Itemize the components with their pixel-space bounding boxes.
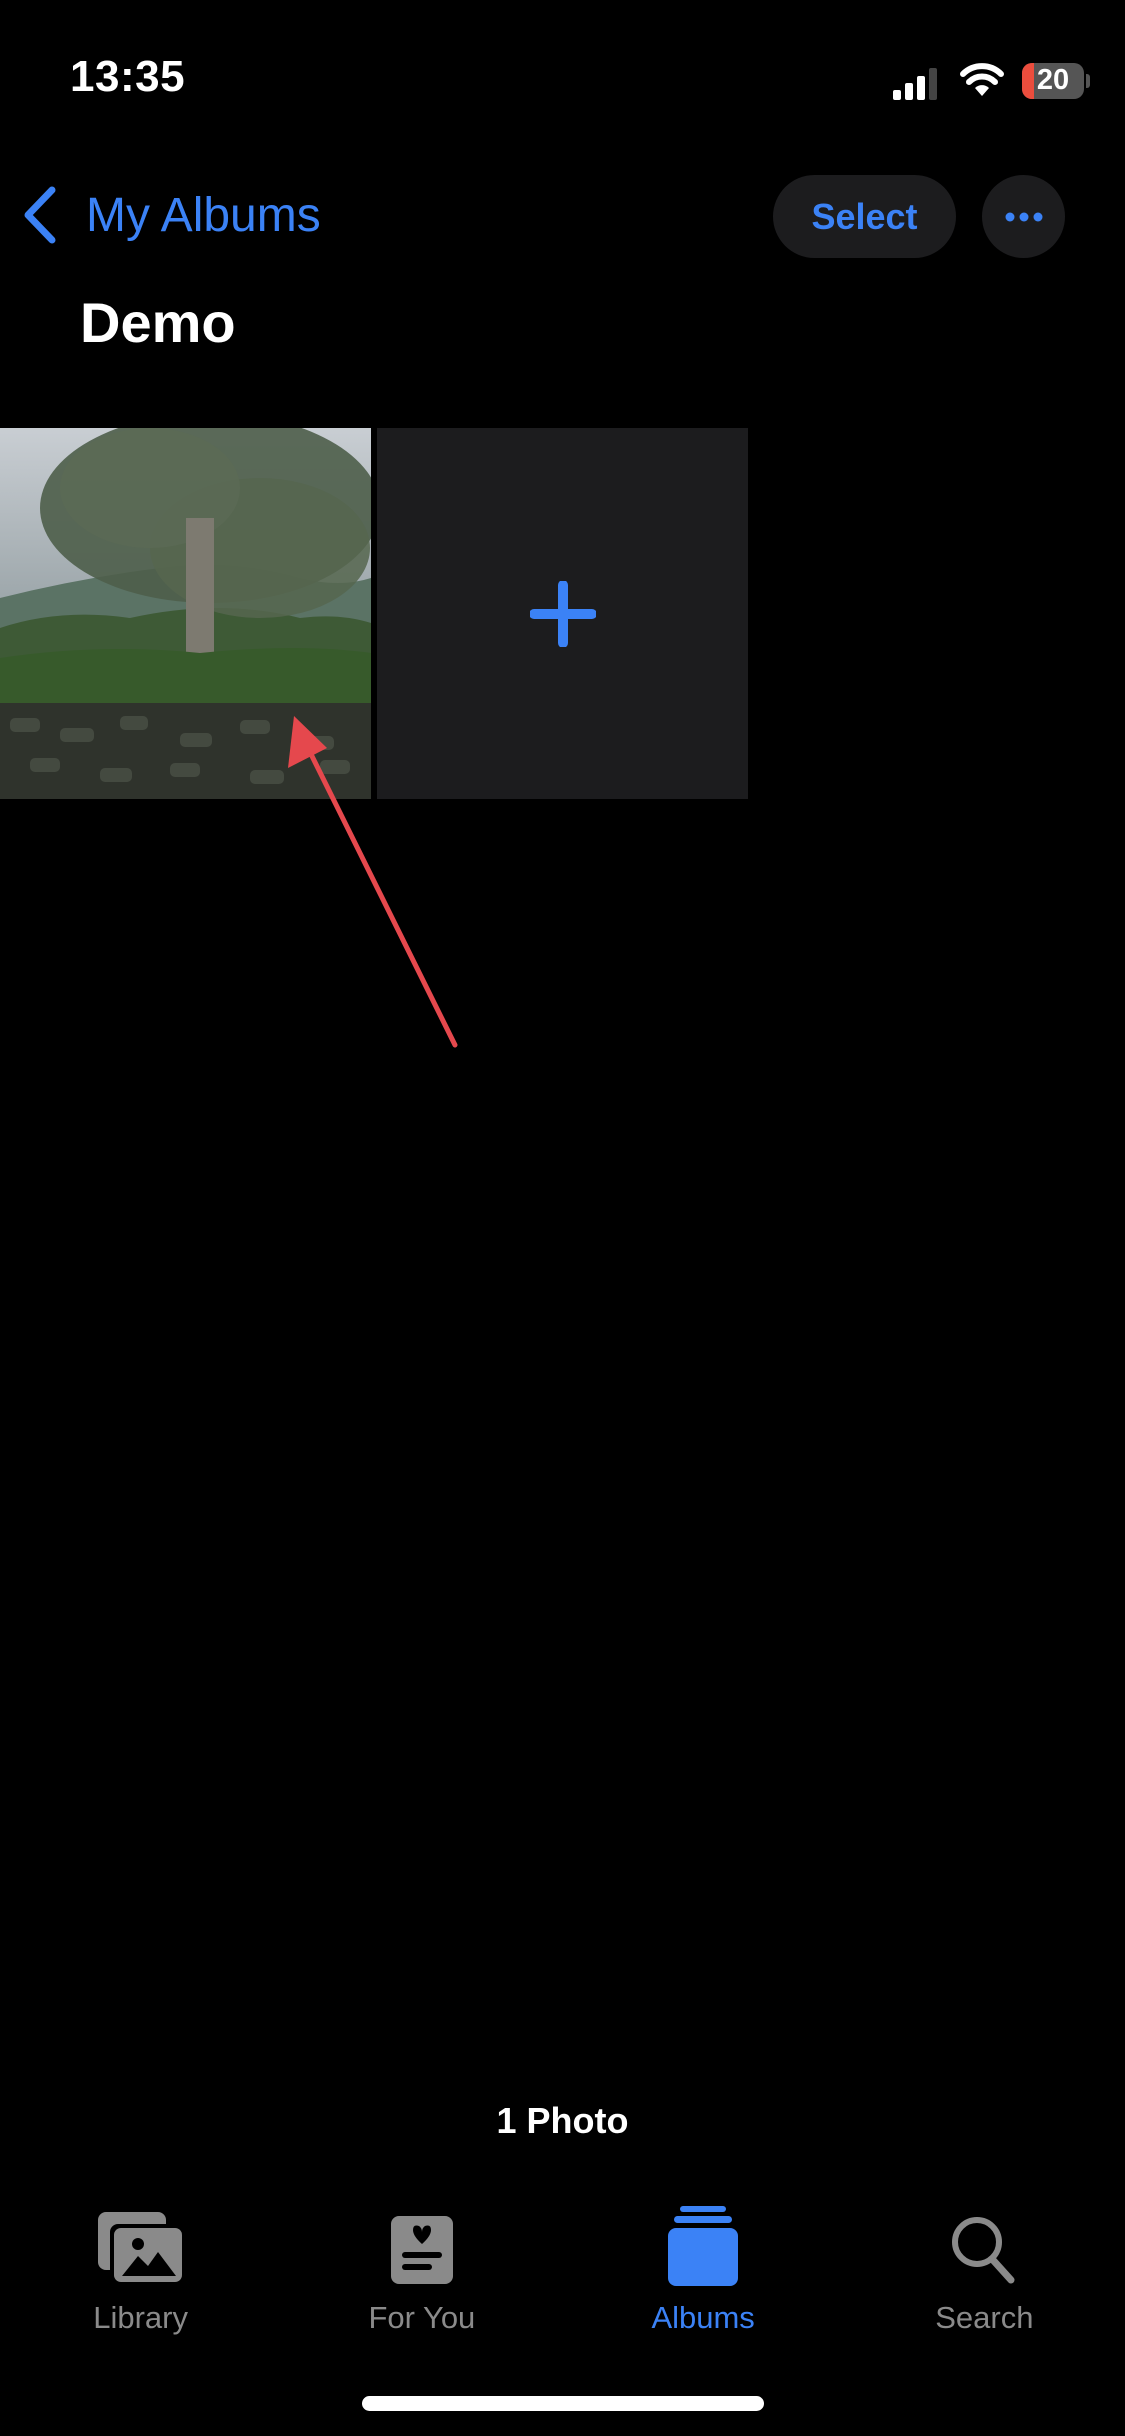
cellular-signal-icon xyxy=(893,68,937,100)
tab-label: For You xyxy=(368,2300,476,2335)
albums-icon xyxy=(668,2206,739,2286)
tab-library[interactable]: Library xyxy=(0,2200,281,2340)
plus-icon xyxy=(529,580,596,647)
tab-albums[interactable]: Albums xyxy=(563,2200,844,2340)
battery-icon: 20 xyxy=(1022,63,1084,99)
back-label: My Albums xyxy=(86,188,321,242)
album-title: Demo xyxy=(80,291,236,354)
tab-search[interactable]: Search xyxy=(844,2200,1125,2340)
tab-label: Library xyxy=(93,2300,188,2335)
tab-label: Albums xyxy=(651,2300,755,2335)
tab-bar: Library For You Albums Search xyxy=(0,2200,1125,2340)
home-indicator[interactable] xyxy=(362,2396,764,2411)
select-button[interactable]: Select xyxy=(773,175,956,258)
battery-tip xyxy=(1086,74,1090,88)
more-button[interactable] xyxy=(982,175,1065,258)
photo-thumbnail[interactable] xyxy=(0,428,371,799)
tab-for-you[interactable]: For You xyxy=(281,2200,562,2340)
wifi-icon xyxy=(960,63,1004,96)
tab-label: Search xyxy=(935,2300,1034,2335)
search-icon xyxy=(952,2217,1015,2284)
for-you-icon xyxy=(390,2216,453,2284)
ellipsis-icon xyxy=(1005,212,1042,221)
photo-count: 1 Photo xyxy=(496,2100,629,2141)
add-photos-button[interactable] xyxy=(377,428,748,799)
battery-percent: 20 xyxy=(1036,64,1070,96)
status-time: 13:35 xyxy=(70,52,186,101)
chevron-left-icon xyxy=(24,186,56,244)
photo-image xyxy=(0,428,371,799)
back-button[interactable]: My Albums xyxy=(22,180,321,250)
annotation-arrow xyxy=(288,716,458,1048)
photo-library-icon xyxy=(97,2212,184,2284)
